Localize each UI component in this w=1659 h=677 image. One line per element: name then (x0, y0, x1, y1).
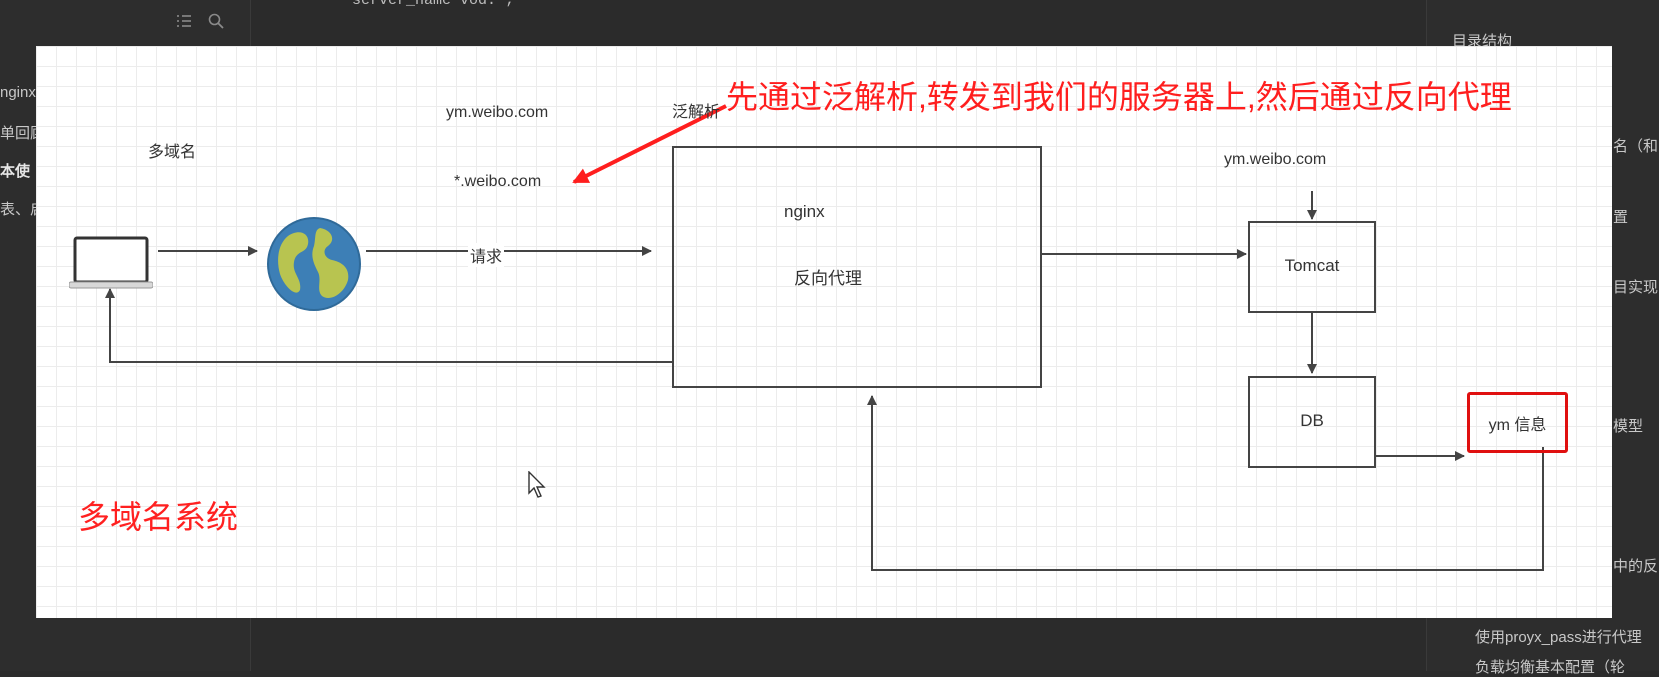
architecture-diagram: 先通过泛解析,转发到我们的服务器上,然后通过反向代理 多域名 ym.weibo.… (36, 46, 1612, 618)
sidebar-toolbar (175, 12, 225, 30)
wildcard-resolution-label: 泛解析 (672, 104, 721, 121)
annotation-title: 先通过泛解析,转发到我们的服务器上,然后通过反向代理 (726, 79, 1512, 115)
mouse-cursor-icon (528, 471, 546, 498)
code-line: server_name vod. ; (352, 0, 515, 9)
outline-item[interactable]: 目实现 (1613, 276, 1658, 297)
outline-item[interactable]: 使用proyx_pass进行代理 (1475, 626, 1642, 647)
sidebar-fragment[interactable]: 本使 (0, 160, 30, 181)
tomcat-label: Tomcat (1284, 256, 1340, 275)
search-icon[interactable] (207, 12, 225, 30)
outline-item[interactable]: 中的反 (1613, 555, 1658, 576)
diagram-subtitle: 多域名 (148, 144, 197, 161)
tomcat-box: Tomcat (1248, 221, 1376, 313)
domain-label: ym.weibo.com (446, 104, 549, 121)
system-label: 多域名系统 (78, 499, 239, 535)
nginx-label: nginx (784, 202, 825, 221)
db-box: DB (1248, 376, 1376, 468)
laptop-icon (69, 236, 153, 289)
tomcat-domain-label: ym.weibo.com (1224, 151, 1327, 168)
nginx-response-arrow (105, 288, 672, 363)
outline-list-icon[interactable] (175, 12, 193, 30)
sidebar-fragment[interactable]: nginx (0, 84, 36, 101)
request-label: 请求 (468, 243, 505, 267)
nginx-box: nginx 反向代理 (672, 146, 1042, 388)
reverse-proxy-label: 反向代理 (794, 269, 862, 288)
outline-item[interactable]: 名（和 (1613, 135, 1658, 156)
outline-item[interactable]: 置 (1613, 206, 1628, 227)
globe-icon (267, 217, 361, 311)
outline-item[interactable]: 负载均衡基本配置（轮 (1475, 656, 1625, 677)
wildcard-domain-label: *.weibo.com (454, 173, 542, 190)
info-highlight-box: ym 信息 (1467, 392, 1568, 453)
db-label: DB (1300, 411, 1324, 430)
info-label: ym 信息 (1488, 417, 1547, 434)
info-return-arrow (867, 395, 1544, 571)
outline-item[interactable]: 模型 (1613, 415, 1643, 436)
